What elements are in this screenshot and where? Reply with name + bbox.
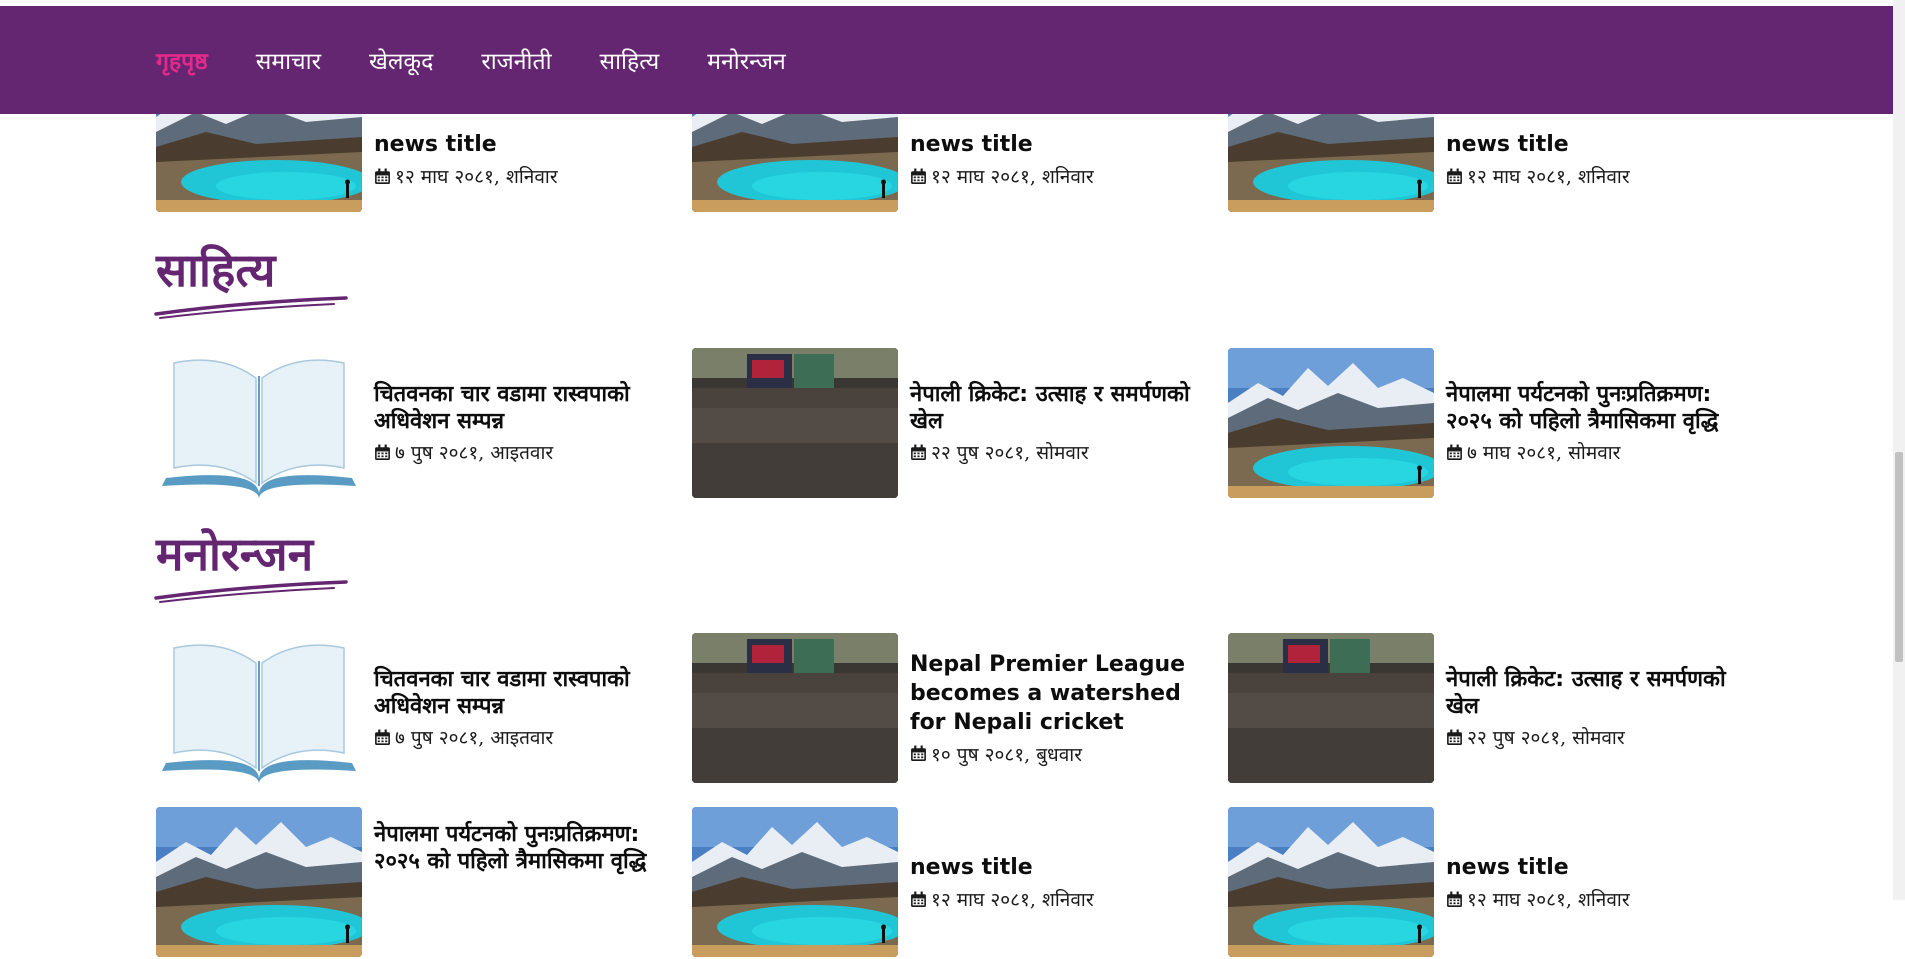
news-date: ७ पुष २०८१, आइतवार — [374, 439, 674, 465]
nav-item-literature[interactable]: साहित्य — [600, 44, 660, 76]
page-content: news title १२ माघ २०८१, शनिवार news titl… — [0, 0, 1893, 900]
main-navbar: गृहपृष्ठ समाचार खेलकूद राजनीती साहित्य म… — [0, 6, 1893, 114]
news-card[interactable]: नेपालमा पर्यटनको पुनःप्रतिक्रमण: २०२५ को… — [1228, 348, 1748, 500]
news-thumbnail[interactable] — [692, 807, 898, 957]
section-underline — [154, 580, 348, 603]
nav-item-news[interactable]: समाचार — [256, 44, 321, 76]
nav-item-home[interactable]: गृहपृष्ठ — [156, 44, 208, 76]
news-title[interactable]: नेपालमा पर्यटनको पुनःप्रतिक्रमण: २०२५ को… — [1446, 381, 1746, 435]
news-thumbnail[interactable] — [1228, 348, 1434, 498]
calendar-icon — [910, 745, 927, 762]
news-date: ७ पुष २०८१, आइतवार — [374, 724, 674, 750]
news-title[interactable]: चितवनका चार वडामा रास्वपाको अधिवेशन सम्प… — [374, 381, 674, 435]
page-scrollbar[interactable] — [1893, 0, 1905, 900]
calendar-icon — [374, 444, 391, 461]
news-card[interactable]: news title १२ माघ २०८१, शनिवार — [1228, 807, 1748, 959]
news-date: ७ माघ २०८१, सोमवार — [1446, 439, 1746, 465]
news-title[interactable]: चितवनका चार वडामा रास्वपाको अधिवेशन सम्प… — [374, 666, 674, 720]
news-date: १० पुष २०८१, बुधवार — [910, 741, 1210, 767]
section-title-entertainment[interactable]: मनोरन्जन — [156, 522, 313, 584]
section-title-literature[interactable]: साहित्य — [156, 238, 275, 300]
nav-list: गृहपृष्ठ समाचार खेलकूद राजनीती साहित्य म… — [156, 6, 834, 114]
news-date: १२ माघ २०८१, शनिवार — [374, 163, 674, 189]
news-thumbnail[interactable] — [692, 348, 898, 498]
date-text: १२ माघ २०८१, शनिवार — [931, 166, 1094, 188]
news-card[interactable]: नेपालमा पर्यटनको पुनःप्रतिक्रमण: २०२५ को… — [156, 807, 676, 959]
section-underline — [154, 296, 348, 319]
nav-item-politics[interactable]: राजनीती — [481, 44, 551, 76]
date-text: १२ माघ २०८१, शनिवार — [1467, 166, 1630, 188]
news-date: १२ माघ २०८१, शनिवार — [1446, 886, 1746, 912]
date-text: २२ पुष २०८१, सोमवार — [1467, 727, 1625, 749]
news-card[interactable]: नेपाली क्रिकेट: उत्साह र समर्पणको खेल २२… — [1228, 633, 1748, 785]
news-date: १२ माघ २०८१, शनिवार — [910, 886, 1210, 912]
calendar-icon — [910, 168, 927, 185]
news-title[interactable]: news title — [1446, 130, 1746, 159]
news-date: १२ माघ २०८१, शनिवार — [910, 163, 1210, 189]
news-card[interactable]: नेपाली क्रिकेट: उत्साह र समर्पणको खेल २२… — [692, 348, 1212, 500]
news-title[interactable]: news title — [910, 130, 1210, 159]
news-title[interactable]: news title — [374, 130, 674, 159]
nav-item-entertainment[interactable]: मनोरन्जन — [707, 44, 786, 76]
nav-item-sports[interactable]: खेलकूद — [369, 44, 433, 76]
news-thumbnail[interactable] — [156, 807, 362, 957]
news-title[interactable]: Nepal Premier League becomes a watershed… — [910, 650, 1210, 737]
date-text: १२ माघ २०८१, शनिवार — [395, 166, 558, 188]
news-date: २२ पुष २०८१, सोमवार — [910, 439, 1210, 465]
news-title[interactable]: नेपाली क्रिकेट: उत्साह र समर्पणको खेल — [1446, 666, 1746, 720]
news-title[interactable]: news title — [910, 853, 1210, 882]
date-text: १२ माघ २०८१, शनिवार — [931, 889, 1094, 911]
calendar-icon — [374, 168, 391, 185]
calendar-icon — [910, 891, 927, 908]
news-thumbnail[interactable] — [156, 348, 362, 498]
news-title[interactable]: news title — [1446, 853, 1746, 882]
calendar-icon — [1446, 891, 1463, 908]
news-date: १२ माघ २०८१, शनिवार — [1446, 163, 1746, 189]
news-thumbnail[interactable] — [1228, 807, 1434, 957]
date-text: ७ माघ २०८१, सोमवार — [1467, 442, 1621, 464]
date-text: १२ माघ २०८१, शनिवार — [1467, 889, 1630, 911]
calendar-icon — [910, 444, 927, 461]
news-card[interactable]: चितवनका चार वडामा रास्वपाको अधिवेशन सम्प… — [156, 633, 676, 785]
calendar-icon — [1446, 729, 1463, 746]
news-title[interactable]: नेपाली क्रिकेट: उत्साह र समर्पणको खेल — [910, 381, 1210, 435]
news-title[interactable]: नेपालमा पर्यटनको पुनःप्रतिक्रमण: २०२५ को… — [374, 821, 674, 875]
calendar-icon — [1446, 168, 1463, 185]
calendar-icon — [374, 729, 391, 746]
date-text: ७ पुष २०८१, आइतवार — [395, 727, 554, 749]
news-card[interactable]: news title १२ माघ २०८१, शनिवार — [692, 807, 1212, 959]
news-thumbnail[interactable] — [1228, 633, 1434, 783]
date-text: ७ पुष २०८१, आइतवार — [395, 442, 554, 464]
news-thumbnail[interactable] — [156, 633, 362, 783]
news-thumbnail[interactable] — [692, 633, 898, 783]
scrollbar-thumb[interactable] — [1895, 452, 1903, 662]
date-text: २२ पुष २०८१, सोमवार — [931, 442, 1089, 464]
news-date: २२ पुष २०८१, सोमवार — [1446, 724, 1746, 750]
calendar-icon — [1446, 444, 1463, 461]
date-text: १० पुष २०८१, बुधवार — [931, 743, 1083, 766]
news-card[interactable]: Nepal Premier League becomes a watershed… — [692, 633, 1212, 785]
news-card[interactable]: चितवनका चार वडामा रास्वपाको अधिवेशन सम्प… — [156, 348, 676, 500]
